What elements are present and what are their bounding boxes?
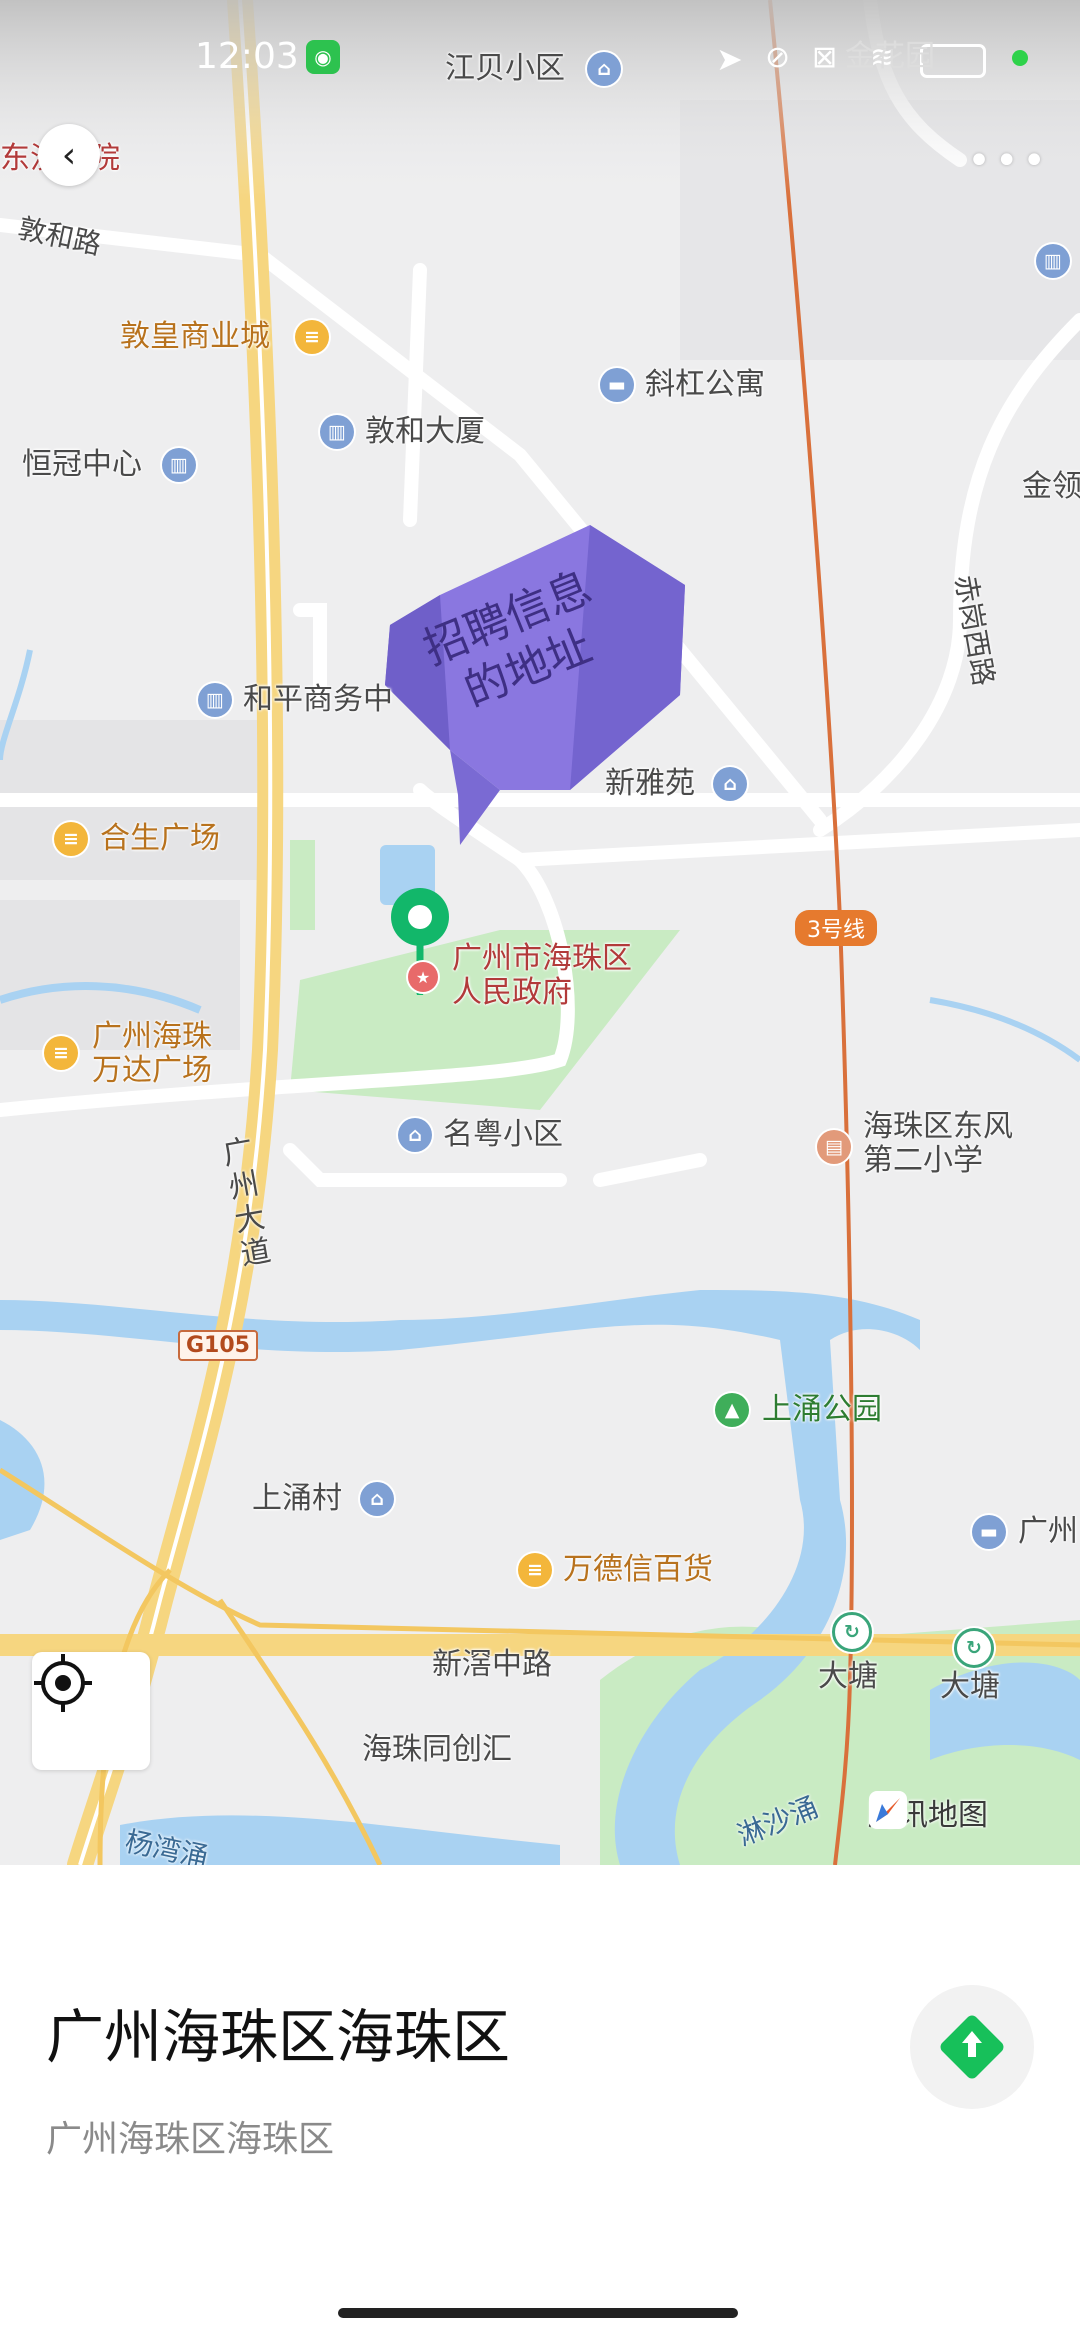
label-heping: 和平商务中	[243, 682, 393, 717]
label-dunhe-building: 敦和大厦	[365, 414, 485, 449]
label-datang-1: 大塘	[818, 1659, 878, 1694]
home-indicator[interactable]	[338, 2308, 738, 2318]
back-button[interactable]: ‹	[38, 124, 100, 186]
metro-station-icon: ↻	[832, 1612, 872, 1652]
more-button[interactable]: •••	[967, 138, 1050, 184]
status-time: 12:03	[195, 36, 299, 77]
building-icon: ▥	[198, 683, 232, 717]
residence-icon: ⌂	[587, 52, 621, 86]
label-mingyue: 名粤小区	[443, 1117, 563, 1152]
place-subtitle: 广州海珠区海珠区	[46, 2119, 335, 2160]
label-gov-2: 人民政府	[452, 975, 572, 1010]
hotel-icon: ▬	[600, 368, 634, 402]
residence-icon: ⌂	[398, 1118, 432, 1152]
building-icon: ▥	[1036, 244, 1070, 278]
signal-icon: ⊠	[812, 40, 838, 75]
label-dunhuang-mall: 敦皇商业城	[120, 319, 270, 354]
label-xiegang: 斜杠公寓	[645, 367, 765, 402]
metro-station-icon: ↻	[954, 1628, 994, 1668]
label-xinyayuan: 新雅苑	[605, 766, 695, 801]
label-wanda-2: 万达广场	[92, 1053, 212, 1088]
label-gov-1: 广州市海珠区	[452, 941, 632, 976]
privacy-dot-icon	[1012, 50, 1028, 66]
location-icon: ➤	[716, 40, 743, 78]
tencent-map-logo-icon	[869, 1791, 907, 1829]
shop-icon: ≡	[44, 1036, 78, 1070]
building-icon: ▥	[320, 415, 354, 449]
label-datang-2: 大塘	[940, 1669, 1000, 1704]
park-icon: ▲	[715, 1393, 749, 1427]
metro-line-badge: 3号线	[795, 910, 877, 946]
wechat-icon: ◉	[306, 40, 340, 74]
label-xinjiao-road: 新滘中路	[432, 1647, 552, 1682]
government-icon: ★	[408, 962, 438, 992]
school-icon: ▤	[817, 1130, 851, 1164]
label-wanda-1: 广州海珠	[92, 1019, 212, 1054]
residence-icon: ⌂	[713, 767, 747, 801]
locate-button[interactable]	[32, 1652, 150, 1770]
hotel-icon: ▬	[972, 1515, 1006, 1549]
label-guangzhou-partial: 广州	[1018, 1514, 1078, 1549]
residence-icon: ⌂	[360, 1482, 394, 1516]
g105-shield: G105	[178, 1330, 258, 1361]
label-hesheng: 合生广场	[100, 821, 220, 856]
navigate-button[interactable]	[910, 1985, 1034, 2109]
locate-crosshair-icon	[34, 1654, 92, 1712]
shop-icon: ≡	[295, 320, 329, 354]
building-icon: ▥	[162, 448, 196, 482]
label-school-2: 第二小学	[863, 1143, 983, 1178]
shop-icon: ≡	[518, 1553, 552, 1587]
label-shangchong-village: 上涌村	[252, 1481, 342, 1516]
map-view[interactable]: 招聘信息 的地址 江贝小区 ⌂ 东汉医院 敦和路 敦皇商业城 ≡ ▬ 斜杠公寓 …	[0, 0, 1080, 1865]
label-wandexin: 万德信百货	[563, 1552, 713, 1587]
label-shangchong-park: 上涌公园	[762, 1392, 882, 1427]
label-top-right: 金花园	[845, 39, 935, 74]
label-jinling: 金领	[1022, 469, 1080, 504]
label-hengguan: 恒冠中心	[22, 447, 142, 482]
label-haizhu-chuanghui: 海珠同创汇	[362, 1732, 512, 1767]
label-jiangbei: 江贝小区	[445, 51, 565, 86]
more-dots-icon: •••	[967, 138, 1050, 184]
mute-icon: ⊘	[765, 40, 791, 75]
label-school-1: 海珠区东风	[863, 1109, 1013, 1144]
shop-icon: ≡	[54, 822, 88, 856]
back-arrow-icon: ‹	[61, 134, 77, 176]
navigation-arrow-icon	[940, 2015, 1004, 2079]
place-sheet	[0, 1865, 1080, 2340]
place-title: 广州海珠区海珠区	[46, 2003, 511, 2071]
tencent-map-brand: 腾讯地图	[868, 1790, 988, 1834]
